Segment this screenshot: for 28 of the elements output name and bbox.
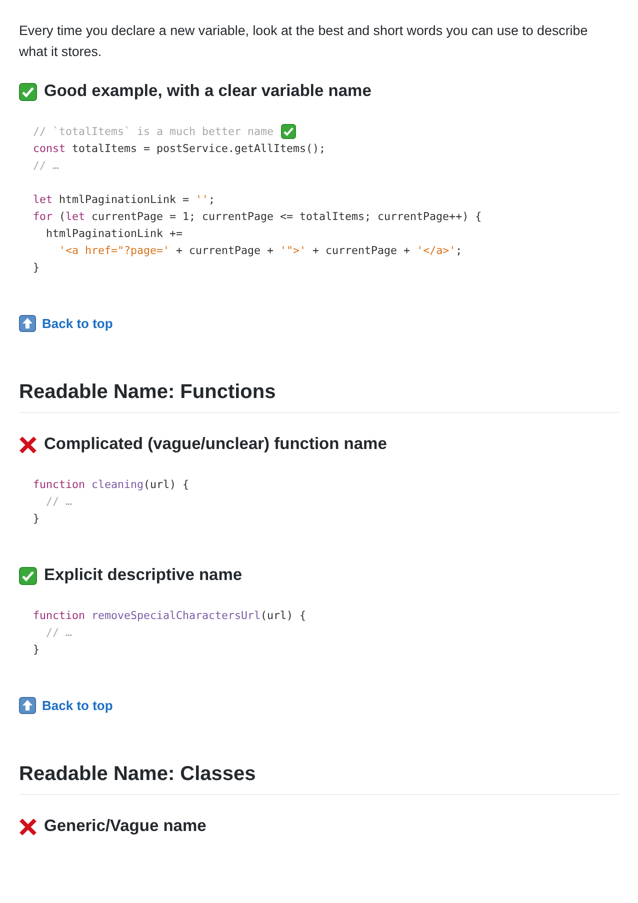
chapter-heading: Readable Name: Classes: [19, 763, 256, 786]
code-line: let htmlPaginationLink = '';: [33, 192, 216, 208]
back-to-top-link[interactable]: Back to top: [42, 698, 113, 713]
chapter-heading: Readable Name: Functions: [19, 381, 276, 404]
code-line: const totalItems = postService.getAllItems();: [33, 141, 326, 157]
section-heading: Generic/Vague name: [44, 817, 206, 836]
code-line: }: [33, 642, 40, 658]
section-heading: Explicit descriptive name: [44, 566, 242, 585]
code-line: htmlPaginationLink +=: [45, 226, 183, 242]
code-line: function removeSpecialCharactersUrl(url) {: [33, 608, 306, 624]
cross-mark-icon: [19, 436, 37, 454]
code-line: '<a href="?page=' + currentPage + '">' + currentPage + '</a>';: [58, 243, 462, 259]
code-line: }: [33, 260, 40, 276]
code-line: // …: [45, 625, 72, 641]
section-heading: Complicated (vague/unclear) function name: [44, 435, 387, 454]
check-mark-icon: [280, 124, 296, 139]
back-to-top-link[interactable]: Back to top: [42, 316, 113, 331]
code-line: function cleaning(url) {: [33, 477, 190, 493]
check-mark-icon: [19, 566, 37, 584]
code-line: // `totalItems` is a much better name: [33, 124, 274, 140]
paragraph: Every time you declare a new variable, look at the best and short words you can use to describe what it stores.: [19, 22, 589, 61]
code-line: for (let currentPage = 1; currentPage <= totalItems; currentPage++) {: [33, 209, 482, 225]
code-line: // …: [45, 494, 72, 510]
section-heading: Good example, with a clear variable name: [44, 82, 372, 101]
code-line: // …: [33, 158, 60, 174]
check-mark-icon: [19, 82, 37, 100]
code-line: }: [33, 511, 40, 527]
cross-mark-icon: [19, 818, 37, 836]
